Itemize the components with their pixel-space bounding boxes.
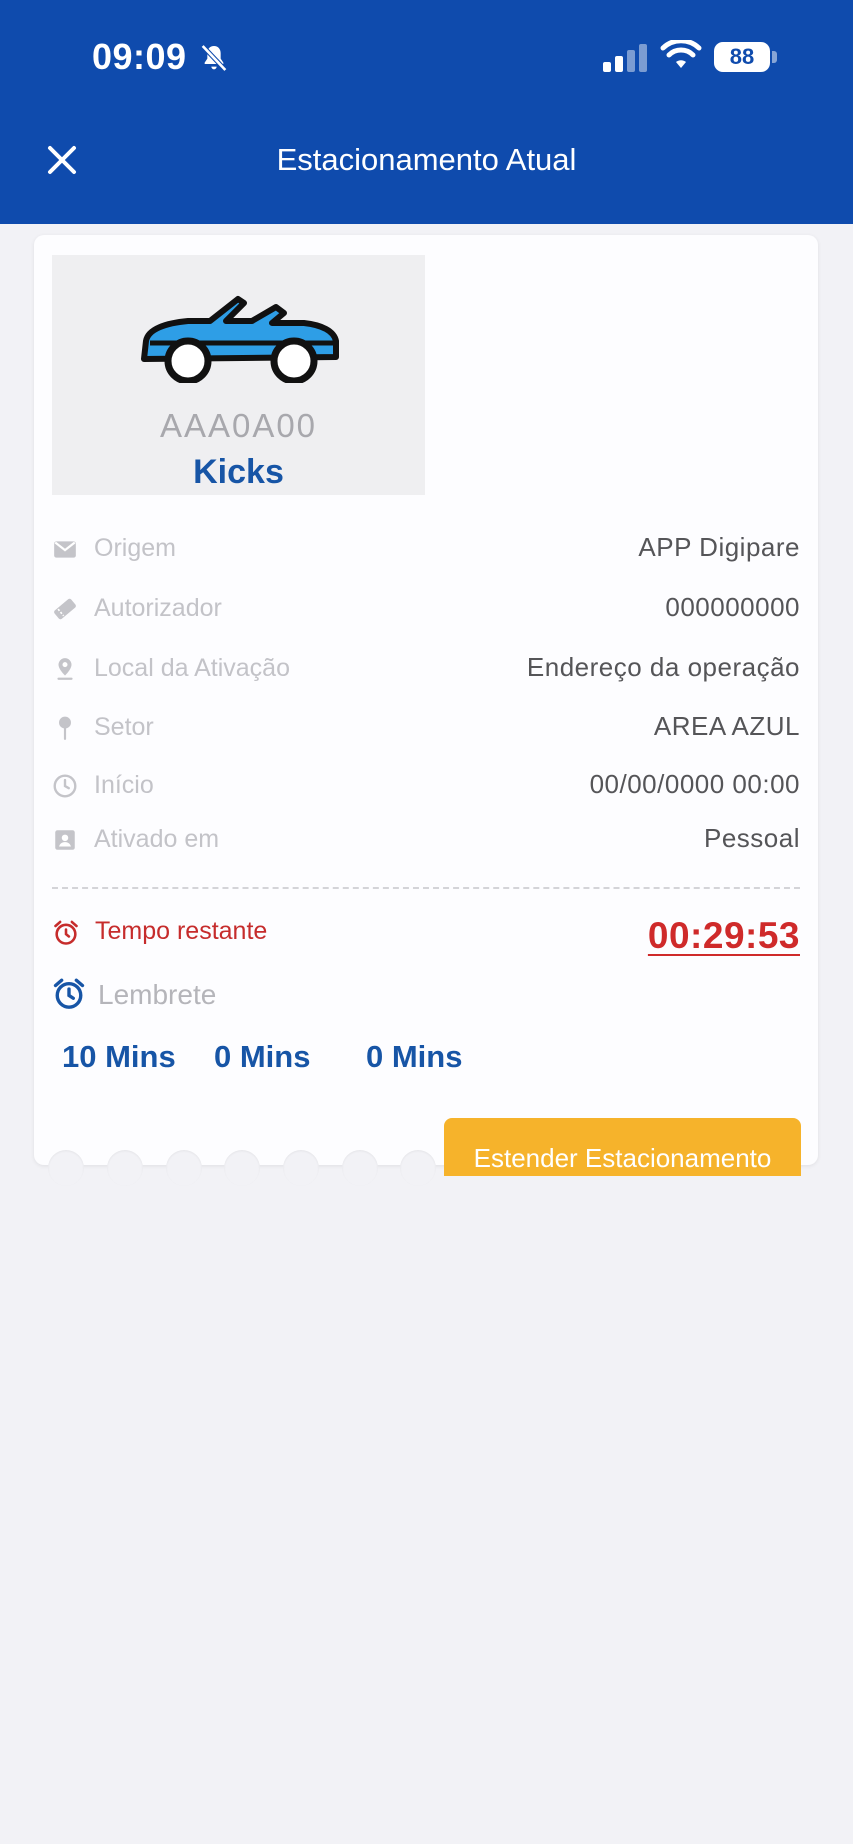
- ticket-perforation: [400, 1150, 436, 1186]
- reminder-alarm-icon: [53, 978, 85, 1009]
- signal-icon: [603, 44, 647, 72]
- convertible-car-icon: [141, 296, 339, 383]
- battery-cap: [772, 51, 777, 63]
- envelope-icon: [54, 541, 76, 558]
- remaining-time-value: 00:29:53: [647, 915, 800, 956]
- detail-row-local: Local da Ativação Endereço da operação: [52, 650, 800, 690]
- contact-icon: [55, 830, 75, 850]
- bell-muted-icon: [200, 44, 228, 72]
- ticket-icon: [54, 598, 76, 620]
- license-plate: AAA0A00: [159, 407, 318, 444]
- ticket-perforation: [224, 1150, 260, 1186]
- reminder-option-3[interactable]: 0 Mins: [366, 1039, 462, 1075]
- battery-indicator: 88: [714, 42, 770, 72]
- detail-row-ativado: Ativado em Pessoal: [52, 821, 800, 861]
- detail-label: Local da Ativação: [94, 654, 290, 682]
- detail-label: Autorizador: [94, 594, 222, 622]
- pushpin-icon: [59, 716, 71, 740]
- detail-label: Ativado em: [94, 825, 220, 853]
- detail-value: APP Digipare: [638, 532, 800, 562]
- location-pin-icon: [57, 658, 73, 680]
- clock-icon: [53, 774, 77, 798]
- vehicle-model: Kicks: [193, 453, 284, 491]
- detail-label: Setor: [94, 713, 154, 741]
- reminder-option-2[interactable]: 0 Mins: [214, 1039, 310, 1075]
- detail-row-autorizador: Autorizador 000000000: [52, 590, 800, 630]
- detail-value: Pessoal: [704, 823, 800, 853]
- detail-row-origem: Origem APP Digipare: [52, 530, 800, 570]
- detail-label: Início: [94, 771, 154, 799]
- ticket-perforation: [107, 1150, 143, 1186]
- alarm-clock-icon: [54, 920, 78, 945]
- detail-value: 00/00/0000 00:00: [589, 769, 800, 799]
- page-title: Estacionamento Atual: [276, 142, 577, 177]
- reminder-label: Lembrete: [98, 979, 217, 1010]
- status-time: 09:09: [92, 36, 187, 77]
- remaining-time-label: Tempo restante: [95, 917, 268, 945]
- detail-label: Origem: [94, 534, 176, 562]
- detail-value: 000000000: [665, 592, 800, 622]
- ticket-perforation: [48, 1150, 84, 1186]
- top-header: 09:09 88 Estacionamento Atual: [0, 0, 853, 224]
- vehicle-info: AAA0A00 Kicks: [52, 255, 425, 495]
- ticket-perforation: [342, 1150, 378, 1186]
- detail-row-setor: Setor AREA AZUL: [52, 709, 800, 749]
- wifi-icon: [660, 40, 702, 68]
- reminder-option-1[interactable]: 10 Mins: [62, 1039, 176, 1075]
- detail-value: AREA AZUL: [653, 711, 800, 741]
- detail-row-inicio: Início 00/00/0000 00:00: [52, 767, 800, 807]
- ticket-perforation: [166, 1150, 202, 1186]
- extend-parking-button[interactable]: Estender Estacionamento: [444, 1118, 801, 1176]
- detail-value: Endereço da operação: [526, 652, 800, 682]
- parking-ticket-card: AAA0A00 Kicks Origem APP Digipare Autori…: [34, 235, 818, 1186]
- dashed-divider: [52, 887, 800, 889]
- ticket-perforation: [283, 1150, 319, 1186]
